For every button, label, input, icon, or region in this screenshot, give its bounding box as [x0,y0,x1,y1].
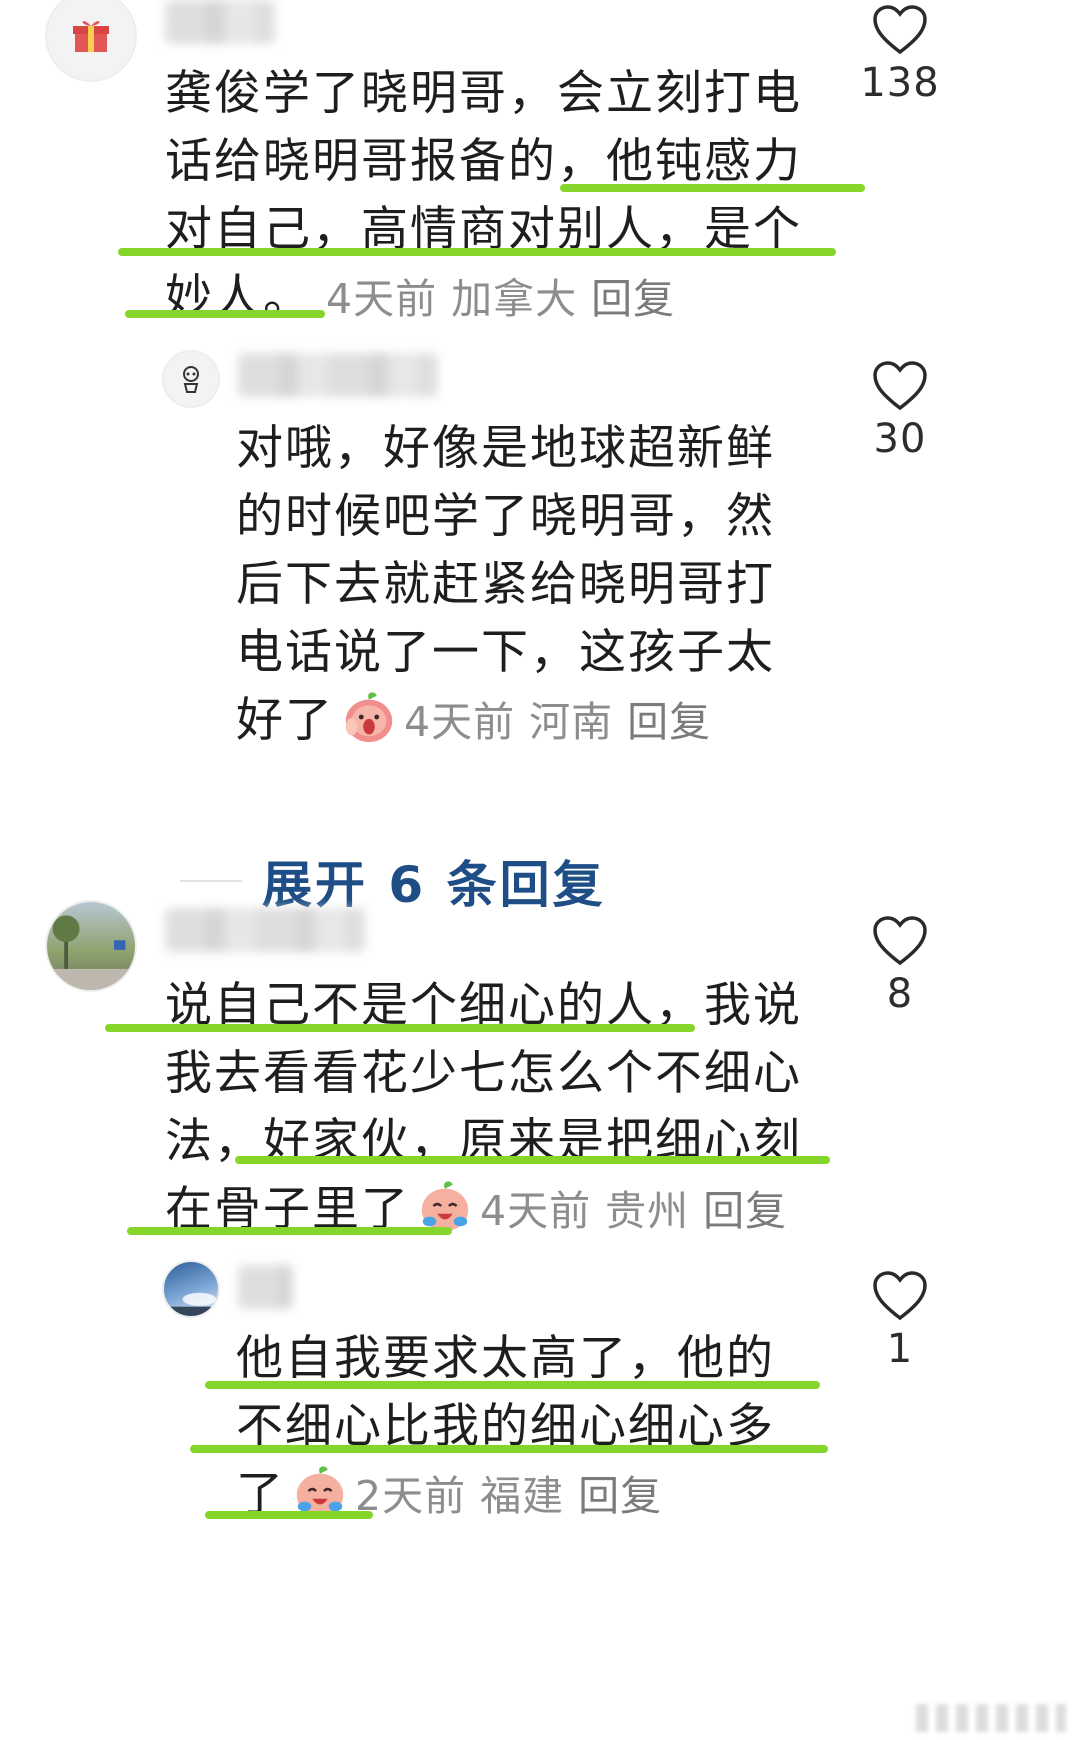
highlight-mark [105,1024,695,1032]
username-blurred[interactable] [165,908,365,952]
timestamp: 4天前 [404,698,516,746]
highlight-mark [127,1227,452,1235]
avatar[interactable] [162,1260,220,1318]
sky-photo-icon [164,1292,218,1316]
like-group: 8 [855,915,945,1017]
comment-text: 龚俊学了晓明哥，会立刻打电话给晓明哥报备的，他钝感力对自己，高情商对别人，是个妙… [165,66,802,325]
like-count: 8 [886,971,914,1017]
highlight-mark [205,1511,373,1519]
robot-avatar-icon [183,366,199,393]
location: 福建 [480,1472,565,1520]
highlight-mark [118,248,836,256]
like-group: 1 [855,1270,945,1372]
location: 贵州 [605,1187,690,1235]
comment-text: 对哦，好像是地球超新鲜的时候吧学了晓明哥，然后下去就赶紧给晓明哥打电话说了一下，… [236,421,775,748]
shy-peach-emoji [345,692,393,743]
heart-icon[interactable] [872,915,928,967]
avatar[interactable] [45,0,137,82]
highlight-mark [560,184,865,192]
like-group: 138 [855,4,945,106]
heart-icon[interactable] [872,1270,928,1322]
location: 河南 [529,698,614,746]
heart-icon[interactable] [872,4,928,56]
comment-text: 说自己不是个细心的人，我说我去看看花少七怎么个不细心法，好家伙，原来是把细心刻在… [165,978,802,1237]
comment-meta: 4天前 加拿大 回复 [312,275,689,323]
like-count: 1 [886,1326,914,1372]
username-blurred[interactable] [238,1265,293,1309]
like-group: 30 [855,360,945,462]
highlight-mark [190,1445,828,1453]
comment-1: 龚俊学了晓明哥，会立刻打电话给晓明哥报备的，他钝感力对自己，高情商对别人，是个妙… [0,0,1080,330]
like-count: 30 [873,416,927,462]
reply-button[interactable]: 回复 [578,1472,662,1520]
watermark [916,1704,1066,1732]
comment-text: 他自我要求太高了，他的不细心比我的细心细心多了 2天前 福建 回复 [236,1331,775,1522]
username-blurred[interactable] [165,0,275,44]
reply-button[interactable]: 回复 [591,275,675,323]
highlight-mark [125,310,325,318]
reply-2: 他自我要求太高了，他的不细心比我的细心细心多了 2天前 福建 回复 1 [0,1255,1080,1535]
like-count: 138 [860,60,940,106]
heart-icon[interactable] [872,360,928,412]
timestamp: 4天前 [326,275,438,323]
comment-meta: 2天前 福建 回复 [355,1472,676,1520]
divider-line [180,880,242,882]
comment-2: 说自己不是个细心的人，我说我去看看花少七怎么个不细心法，好家伙，原来是把细心刻在… [0,900,1080,1240]
reply-1: 对哦，好像是地球超新鲜的时候吧学了晓明哥，然后下去就赶紧给晓明哥打电话说了一下，… [0,345,1080,748]
username-blurred[interactable] [238,353,438,397]
avatar[interactable] [45,900,137,992]
comment-meta: 4天前 河南 回复 [404,698,725,746]
avatar[interactable] [162,350,220,408]
highlight-mark [235,1156,830,1164]
timestamp: 4天前 [480,1187,592,1235]
reply-button[interactable]: 回复 [703,1187,787,1235]
gift-icon [73,21,109,52]
comment-meta: 4天前 贵州 回复 [480,1187,801,1235]
location: 加拿大 [451,275,578,323]
street-photo-icon [47,915,135,990]
highlight-mark [205,1381,820,1389]
reply-button[interactable]: 回复 [627,698,711,746]
